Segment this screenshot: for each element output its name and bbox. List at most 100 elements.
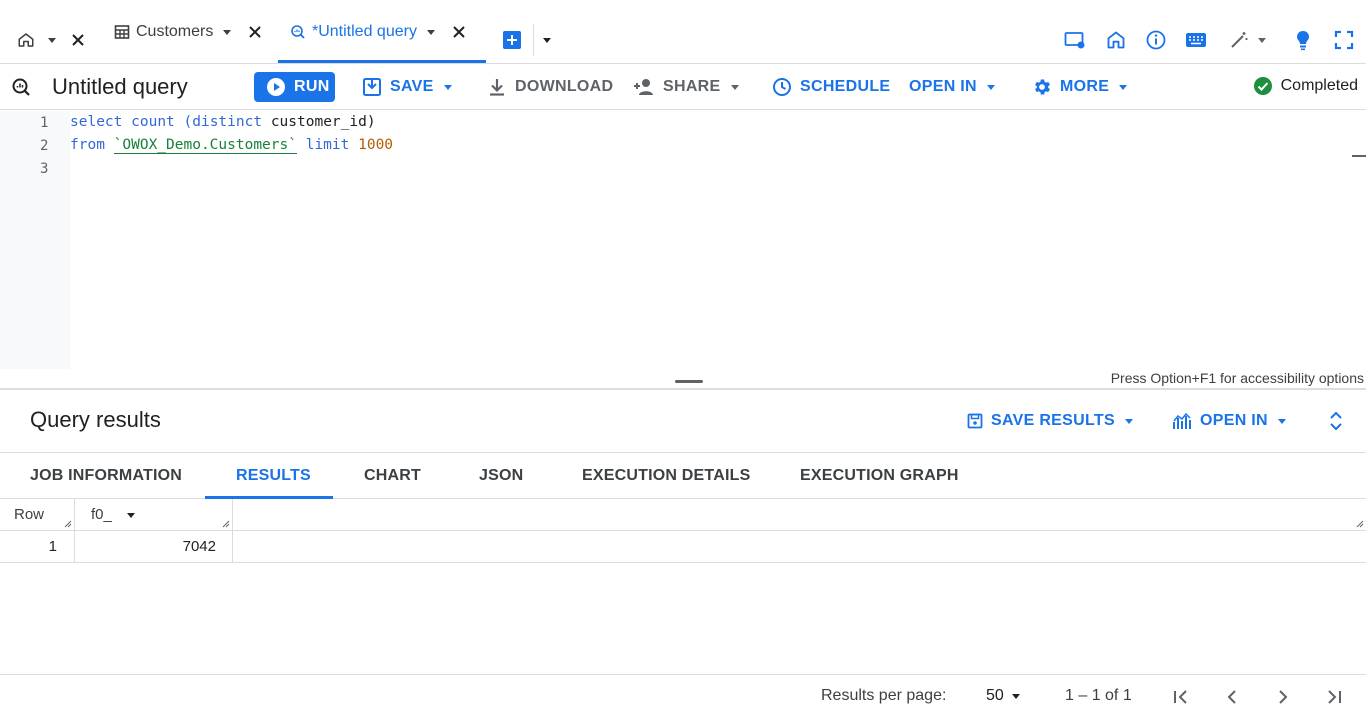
open-in-button[interactable]: OPEN IN (909, 72, 997, 102)
screen-settings-icon[interactable] (1063, 28, 1087, 52)
table-icon (114, 24, 130, 40)
more-label: MORE (1060, 78, 1110, 95)
expand-collapse-icon[interactable] (1324, 409, 1348, 433)
tab-bar: Customers *Untitled query (0, 0, 1366, 64)
query-icon (9, 75, 33, 99)
pagination-footer: Results per page: 50 1 – 1 of 1 (0, 674, 1366, 718)
bigquery-app: Customers *Untitled query Untitled query… (0, 0, 1366, 718)
keyboard-icon[interactable] (1184, 28, 1208, 52)
sql-keyword: limit (305, 137, 350, 153)
download-button[interactable]: DOWNLOAD (487, 72, 613, 102)
value-cell[interactable]: 7042 (75, 531, 233, 562)
tab-query-label: *Untitled query (312, 23, 417, 40)
home-dropdown-icon[interactable] (40, 28, 64, 52)
query-toolbar: Untitled query RUN SAVE DOWNLOAD SHARE S… (0, 64, 1366, 110)
share-label: SHARE (663, 78, 721, 95)
previous-page-icon[interactable] (1220, 685, 1244, 709)
results-title: Query results (30, 407, 161, 432)
row-number: 1 (48, 538, 57, 555)
sql-number: 1000 (358, 137, 394, 153)
chevron-down-icon (443, 85, 452, 90)
column-resize-icon[interactable] (222, 520, 230, 528)
check-circle-icon (1253, 77, 1272, 95)
tab-execution-graph[interactable]: EXECUTION GRAPH (800, 467, 959, 485)
sql-keyword: count (131, 114, 175, 130)
play-icon (267, 78, 285, 96)
chart-icon (1173, 412, 1191, 429)
code-line-1[interactable]: select count (distinct customer_id) (70, 114, 376, 130)
tab-results[interactable]: RESULTS (236, 467, 311, 485)
sql-keyword: select (70, 114, 123, 130)
save-label: SAVE (390, 78, 434, 95)
sql-keyword: from (70, 137, 105, 153)
chevron-down-icon (1277, 419, 1286, 424)
last-page-icon[interactable] (1322, 685, 1346, 709)
tab-execution-details[interactable]: EXECUTION DETAILS (582, 467, 750, 485)
chevron-down-icon[interactable] (221, 26, 233, 38)
chevron-down-icon (1124, 419, 1133, 424)
first-page-icon[interactable] (1169, 685, 1193, 709)
active-tab-indicator (278, 60, 486, 63)
next-page-icon[interactable] (1271, 685, 1295, 709)
magic-wand-icon[interactable] (1227, 28, 1251, 52)
info-icon[interactable] (1144, 28, 1168, 52)
resize-handle[interactable] (675, 380, 703, 383)
column-resize-icon[interactable] (1356, 520, 1364, 528)
tab-chart[interactable]: CHART (364, 467, 421, 485)
save-icon (363, 78, 381, 96)
run-button[interactable]: RUN (254, 72, 335, 102)
line-number: 1 (40, 115, 49, 131)
header-cell-row: Row (0, 499, 75, 530)
header-cell-f0[interactable]: f0_ (75, 499, 233, 530)
fullscreen-icon[interactable] (1332, 28, 1356, 52)
close-query-tab-icon[interactable] (451, 24, 467, 40)
chevron-down-icon (986, 85, 995, 90)
line-number: 3 (40, 161, 49, 177)
lightbulb-icon[interactable] (1291, 28, 1315, 52)
clock-icon (773, 78, 791, 96)
chevron-down-icon (1119, 85, 1128, 90)
results-table: Row f0_ 1 7042 (0, 499, 1366, 563)
save-results-button[interactable]: SAVE RESULTS (967, 406, 1135, 436)
code-line-2[interactable]: from `OWOX_Demo.Customers` limit 1000 (70, 137, 394, 154)
home-icon[interactable] (14, 28, 38, 52)
run-label: RUN (294, 78, 330, 95)
results-per-page-select[interactable]: 50 (986, 687, 1022, 705)
tab-job-information[interactable]: JOB INFORMATION (30, 467, 182, 485)
chevron-down-icon[interactable] (425, 26, 437, 38)
sql-editor[interactable]: 1 2 3 select count (distinct customer_id… (0, 111, 1366, 389)
chevron-down-icon (1011, 694, 1020, 699)
tab-divider (533, 24, 534, 56)
save-icon (967, 413, 983, 429)
tab-json[interactable]: JSON (479, 467, 523, 485)
chevron-down-icon[interactable] (1250, 28, 1274, 52)
add-person-icon (634, 79, 653, 95)
close-home-tab-icon[interactable] (66, 28, 90, 52)
new-tab-icon[interactable] (500, 28, 524, 52)
editor-divider (0, 388, 1366, 390)
download-label: DOWNLOAD (515, 78, 614, 95)
sort-dropdown-icon[interactable] (126, 510, 136, 520)
close-customers-tab-icon[interactable] (247, 24, 263, 40)
results-open-in-button[interactable]: OPEN IN (1172, 406, 1288, 436)
header-cell-empty (233, 499, 1366, 530)
query-icon (290, 24, 306, 40)
sql-identifier: customer_id) (270, 114, 376, 130)
header-label: Row (14, 506, 45, 523)
save-button[interactable]: SAVE (362, 72, 454, 102)
new-tab-dropdown-icon[interactable] (535, 28, 559, 52)
tab-customers[interactable]: Customers (114, 14, 263, 50)
share-button[interactable]: SHARE (633, 72, 741, 102)
query-title: Untitled query (52, 74, 188, 99)
tab-untitled-query[interactable]: *Untitled query (290, 14, 467, 50)
line-number: 2 (40, 138, 49, 154)
column-resize-icon[interactable] (64, 520, 72, 528)
more-button[interactable]: MORE (1032, 72, 1129, 102)
results-per-page-label: Results per page: (821, 687, 947, 704)
cell-value: 7042 (182, 538, 216, 555)
row-number-cell: 1 (0, 531, 75, 562)
home-outline-icon[interactable] (1104, 28, 1128, 52)
schedule-button[interactable]: SCHEDULE (772, 72, 890, 102)
gear-icon (1035, 79, 1050, 95)
editor-scroll-marker (1352, 155, 1366, 157)
